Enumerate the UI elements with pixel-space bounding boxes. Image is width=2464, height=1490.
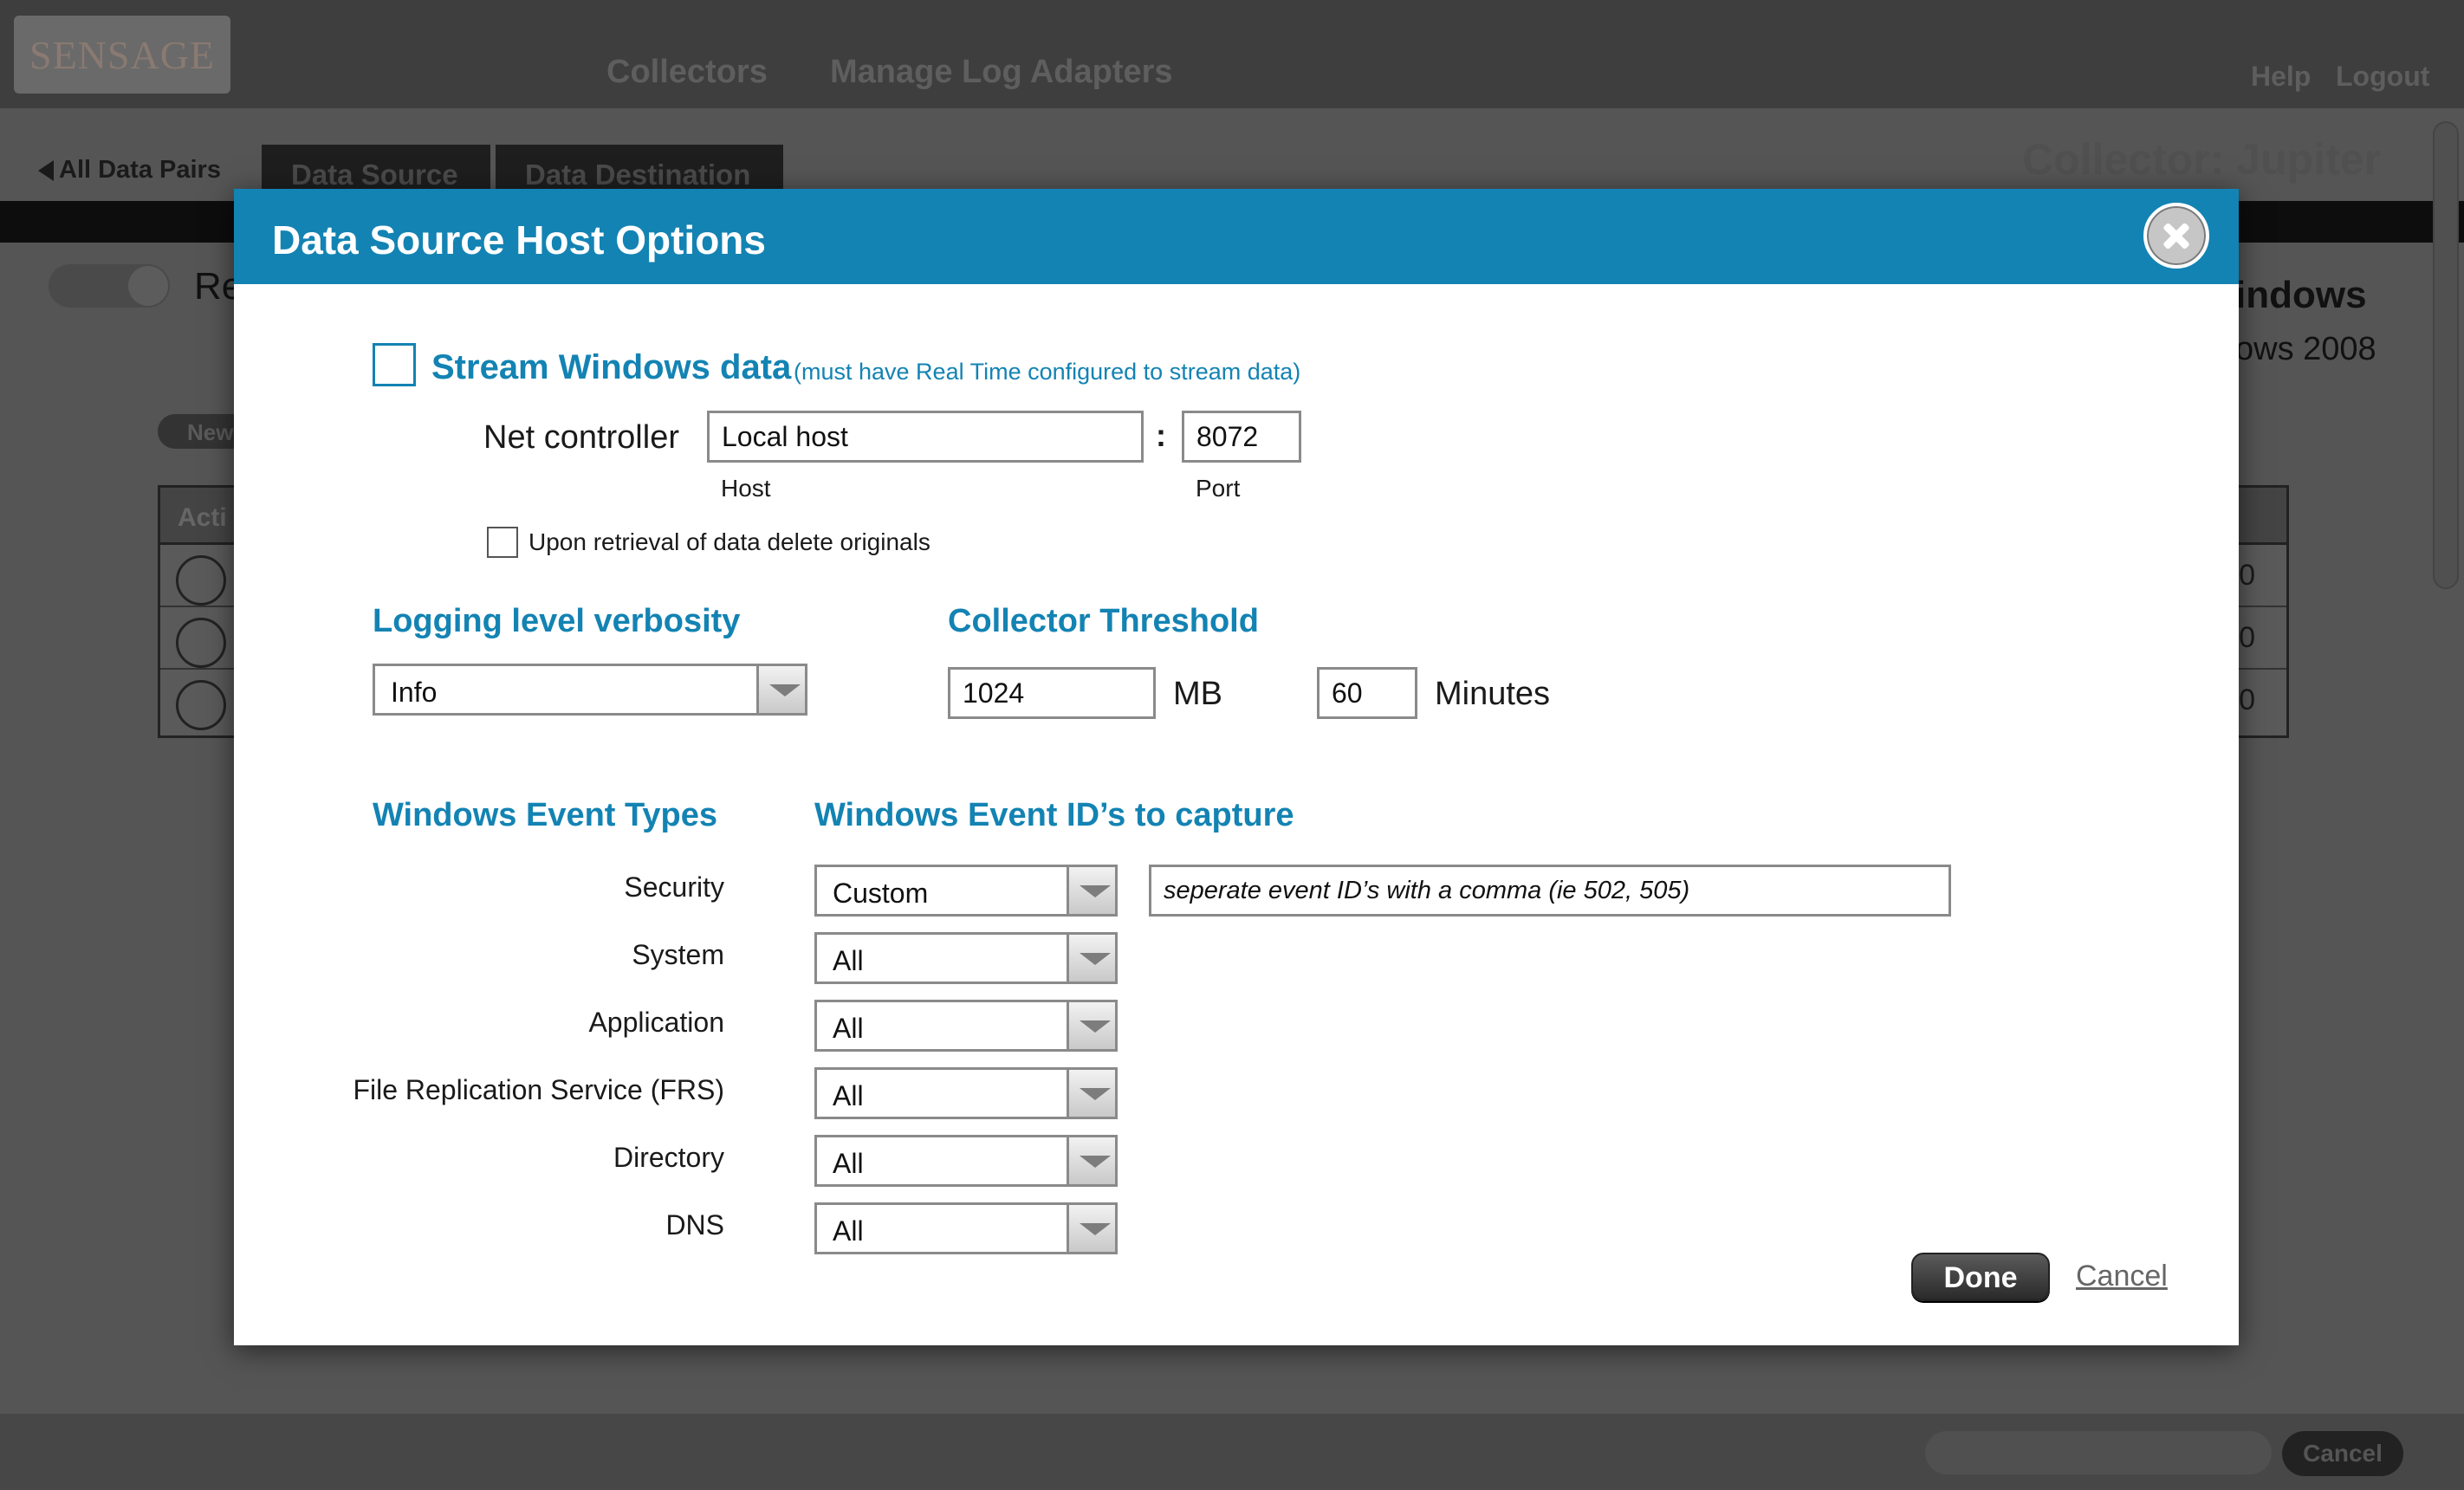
collector-title: Collector: Jupiter [2022,135,2381,184]
threshold-size-unit: MB [1173,676,1222,712]
host-caption: Host [721,475,771,502]
app-logo[interactable]: SENSAGE [14,16,230,94]
dialog-header: Data Source Host Options [234,189,2239,284]
security-value: Custom [833,878,929,909]
net-controller-label: Net controller [483,419,679,456]
back-link-label: All Data Pairs [59,156,221,184]
custom-event-ids-input[interactable] [1149,865,1951,917]
port-input[interactable] [1182,411,1301,463]
row-radio[interactable] [176,555,226,606]
chevron-down-icon[interactable] [756,666,805,713]
directory-select[interactable]: All [814,1135,1118,1187]
delete-originals-checkbox[interactable] [487,527,518,558]
bottom-field [1925,1431,2272,1474]
all-data-pairs-link[interactable]: All Data Pairs [38,156,221,185]
dns-select[interactable]: All [814,1202,1118,1254]
event-types-heading: Windows Event Types [373,797,718,833]
cancel-link[interactable]: Cancel [2076,1260,2168,1293]
source-heading: indows [2235,274,2367,316]
threshold-time-input[interactable] [1317,667,1417,719]
chevron-down-icon[interactable] [1067,1070,1115,1117]
host-input[interactable] [707,411,1144,463]
host-port-separator: : [1156,418,1166,453]
system-value: All [833,945,864,976]
nav-manage-log-adapters[interactable]: Manage Log Adapters [830,54,1173,91]
security-select[interactable]: Custom [814,865,1118,917]
event-type-label-dns: DNS [665,1209,724,1241]
chevron-down-icon[interactable] [1067,1205,1115,1252]
source-subheading: ows 2008 [2235,331,2376,367]
application-select[interactable]: All [814,1000,1118,1052]
event-ids-heading: Windows Event ID’s to capture [814,797,1294,833]
row-radio[interactable] [176,618,226,668]
frs-select[interactable]: All [814,1067,1118,1119]
nav-collectors[interactable]: Collectors [606,54,768,91]
chevron-down-icon[interactable] [1067,1002,1115,1049]
chevron-down-icon[interactable] [1067,1137,1115,1184]
port-caption: Port [1196,475,1241,502]
event-type-label-security: Security [624,871,724,903]
done-button[interactable]: Done [1911,1253,2050,1301]
threshold-time-unit: Minutes [1435,676,1551,712]
bottom-cancel-button[interactable]: Cancel [2282,1431,2403,1476]
event-type-label-directory: Directory [613,1142,724,1173]
stream-windows-checkbox[interactable] [373,343,416,386]
threshold-size-input[interactable] [948,667,1156,719]
close-icon[interactable] [2143,203,2209,269]
dns-value: All [833,1215,864,1247]
delete-originals-label: Upon retrieval of data delete originals [528,528,930,555]
logging-level-heading: Logging level verbosity [373,603,741,639]
system-select[interactable]: All [814,932,1118,984]
logging-level-select[interactable]: Info [373,664,807,716]
event-type-label-frs: File Replication Service (FRS) [353,1074,724,1105]
help-link[interactable]: Help [2251,61,2311,93]
directory-value: All [833,1148,864,1179]
stream-windows-label: Stream Windows data [431,348,792,386]
top-bar [0,0,2464,108]
event-type-label-system: System [632,939,724,970]
collector-threshold-heading: Collector Threshold [948,603,1259,639]
host-options-dialog: Data Source Host Options Stream Windows … [234,189,2239,1345]
logging-level-value: Info [391,677,438,708]
event-type-label-application: Application [588,1007,724,1038]
page-scrollbar[interactable] [2433,121,2459,589]
frs-value: All [833,1080,864,1111]
dialog-title: Data Source Host Options [272,217,766,262]
realtime-toggle[interactable] [49,264,170,308]
logout-link[interactable]: Logout [2336,61,2429,93]
row-radio[interactable] [176,680,226,730]
chevron-down-icon[interactable] [1067,935,1115,981]
stream-windows-note: (must have Real Time configured to strea… [794,359,1301,385]
application-value: All [833,1013,864,1044]
toggle-knob [128,266,168,306]
back-arrow-icon [38,159,54,181]
chevron-down-icon[interactable] [1067,867,1115,914]
